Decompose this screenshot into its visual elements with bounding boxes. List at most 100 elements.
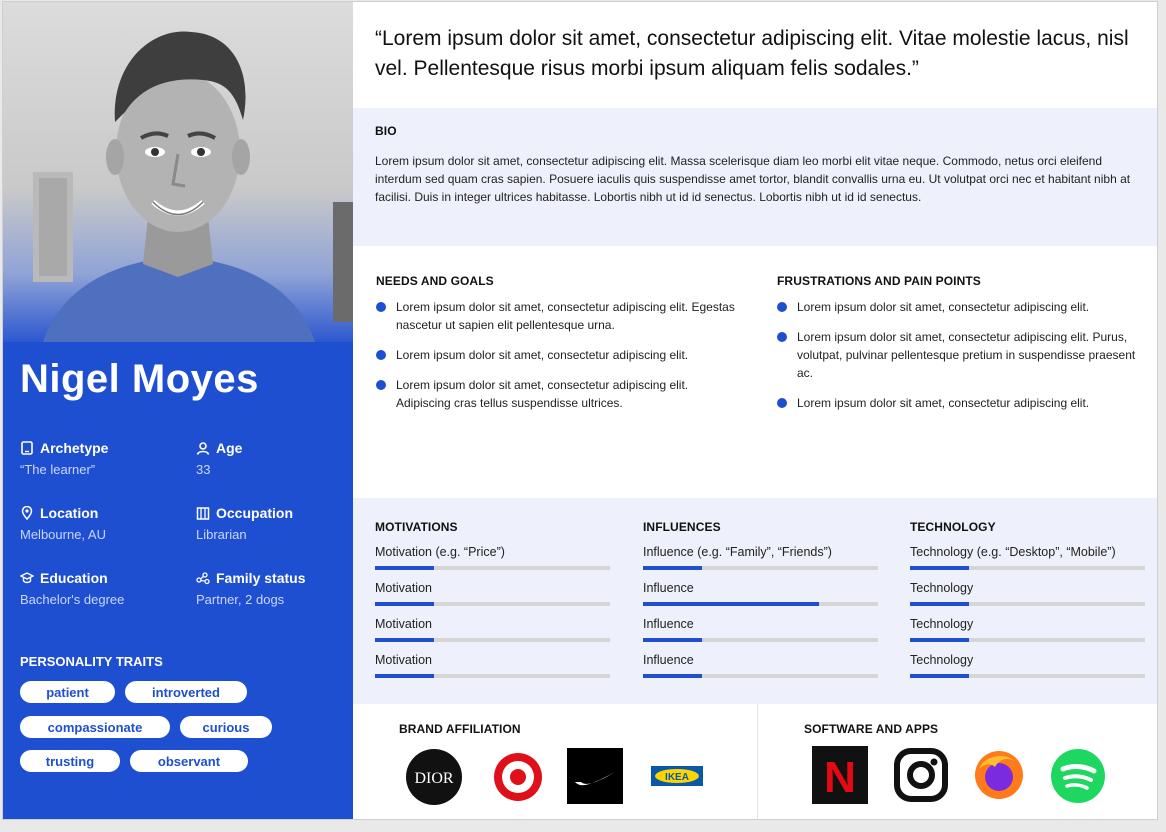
software-apps-title: SOFTWARE AND APPS <box>804 722 939 736</box>
trait-pill: curious <box>180 716 272 738</box>
ikea-logo: IKEA <box>651 766 703 786</box>
trait-pill: compassionate <box>20 716 170 738</box>
metric-bar <box>375 638 610 642</box>
bio-text: Lorem ipsum dolor sit amet, consectetur … <box>375 154 1131 204</box>
bullet-icon <box>376 350 386 360</box>
metric-bar-fill <box>643 602 820 606</box>
dior-logo: DIOR <box>406 749 462 805</box>
list-item: Lorem ipsum dolor sit amet, consectetur … <box>777 298 1137 316</box>
list-item: Lorem ipsum dolor sit amet, consectetur … <box>376 298 736 334</box>
metric-row: Influence <box>643 580 878 616</box>
metric-row: Motivation <box>375 616 610 652</box>
attribute-label: Education <box>40 570 108 586</box>
profile-panel: Nigel Moyes Archetype “The learner” Age … <box>3 2 353 819</box>
bio-section: BIO Lorem ipsum dolor sit amet, consecte… <box>353 108 1157 246</box>
metric-label: Motivation <box>375 653 432 667</box>
attribute-label: Occupation <box>216 505 294 521</box>
metric-bar-fill <box>375 674 434 678</box>
bullet-icon <box>777 302 787 312</box>
metric-row: Influence <box>643 616 878 652</box>
list-item-text: Lorem ipsum dolor sit amet, consectetur … <box>797 300 1090 314</box>
list-item-text: Lorem ipsum dolor sit amet, consectetur … <box>396 378 689 410</box>
metric-bar-fill <box>643 638 702 642</box>
trait-pill: patient <box>20 681 115 703</box>
metric-bar <box>375 566 610 570</box>
list-item: Lorem ipsum dolor sit amet, consectetur … <box>777 328 1137 382</box>
attribute-value: Librarian <box>196 527 247 542</box>
attribute-label: Age <box>216 440 243 456</box>
attribute-value: Melbourne, AU <box>20 527 106 542</box>
trait-pill: introverted <box>125 681 247 703</box>
metric-bar <box>375 674 610 678</box>
metric-label: Technology <box>910 581 974 595</box>
user-icon <box>196 442 210 455</box>
building-icon <box>196 507 210 520</box>
attribute-value: Bachelor's degree <box>20 592 125 607</box>
list-item: Lorem ipsum dolor sit amet, consectetur … <box>376 346 736 364</box>
metric-bar-fill <box>643 566 702 570</box>
attribute-label: Location <box>40 505 99 521</box>
metric-row: Motivation <box>375 580 610 616</box>
trait-pill: trusting <box>20 750 120 772</box>
metric-label: Influence <box>643 617 694 631</box>
profile-photo <box>3 2 353 342</box>
metric-bar-fill <box>910 602 969 606</box>
firefox-logo <box>975 751 1023 799</box>
metric-label: Influence <box>643 653 694 667</box>
bullet-icon <box>777 398 787 408</box>
software-apps-section: SOFTWARE AND APPS N <box>757 704 1157 819</box>
attribute-label: Archetype <box>40 440 109 456</box>
metric-bar <box>910 638 1145 642</box>
motivations-column: MOTIVATIONS Motivation (e.g. “Price”) Mo… <box>375 520 610 688</box>
attribute-family-status: Family status Partner, 2 dogs <box>196 570 366 607</box>
list-item-text: Lorem ipsum dolor sit amet, consectetur … <box>396 300 735 332</box>
list-item: Lorem ipsum dolor sit amet, consectetur … <box>376 376 736 412</box>
list-item-text: Lorem ipsum dolor sit amet, consectetur … <box>797 330 1136 380</box>
metric-bar <box>375 602 610 606</box>
metric-bar-fill <box>643 674 702 678</box>
metric-label: Motivation <box>375 617 432 631</box>
netflix-logo: N <box>812 746 868 804</box>
motivations-title: MOTIVATIONS <box>375 520 458 534</box>
influences-title: INFLUENCES <box>643 520 721 534</box>
metric-label: Technology <box>910 653 974 667</box>
attribute-value: 33 <box>196 462 211 477</box>
metrics-section: MOTIVATIONS Motivation (e.g. “Price”) Mo… <box>353 498 1157 704</box>
list-item-text: Lorem ipsum dolor sit amet, consectetur … <box>797 396 1090 410</box>
needs-goals-title: NEEDS AND GOALS <box>376 274 494 288</box>
attribute-occupation: Occupation Librarian <box>196 505 366 542</box>
metric-bar-fill <box>910 638 969 642</box>
metric-row: Technology <box>910 580 1145 616</box>
dior-logo-text: DIOR <box>414 770 453 787</box>
instagram-logo <box>894 748 948 802</box>
family-icon <box>196 572 210 585</box>
traits-title: PERSONALITY TRAITS <box>20 654 163 669</box>
metric-label: Technology (e.g. “Desktop”, “Mobile”) <box>910 545 1116 559</box>
metric-row: Motivation <box>375 652 610 688</box>
attribute-label: Family status <box>216 570 306 586</box>
technology-title: TECHNOLOGY <box>910 520 996 534</box>
metric-label: Influence <box>643 581 694 595</box>
bio-title: BIO <box>375 124 397 138</box>
metric-row: Technology <box>910 652 1145 688</box>
needs-goals-section: NEEDS AND GOALS Lorem ipsum dolor sit am… <box>376 274 736 424</box>
persona-quote: “Lorem ipsum dolor sit amet, consectetur… <box>375 27 1129 80</box>
list-item: Lorem ipsum dolor sit amet, consectetur … <box>777 394 1137 412</box>
metric-label: Motivation (e.g. “Price”) <box>375 545 505 559</box>
location-pin-icon <box>21 506 33 520</box>
attribute-age: Age 33 <box>196 440 366 477</box>
technology-column: TECHNOLOGY Technology (e.g. “Desktop”, “… <box>910 520 1145 688</box>
brand-affiliation-title: BRAND AFFILIATION <box>399 722 521 736</box>
metric-bar-fill <box>910 674 969 678</box>
attribute-value: Partner, 2 dogs <box>196 592 285 607</box>
attribute-archetype: Archetype “The learner” <box>20 440 190 477</box>
persona-card: Nigel Moyes Archetype “The learner” Age … <box>3 2 1157 819</box>
attribute-location: Location Melbourne, AU <box>20 505 190 542</box>
graduation-cap-icon <box>20 572 34 584</box>
influences-column: INFLUENCES Influence (e.g. “Family”, “Fr… <box>643 520 878 688</box>
metric-label: Influence (e.g. “Family”, “Friends”) <box>643 545 832 559</box>
nike-logo <box>567 748 623 804</box>
trait-pill: observant <box>130 750 248 772</box>
metric-row: Motivation (e.g. “Price”) <box>375 544 610 580</box>
metric-row: Influence <box>643 652 878 688</box>
